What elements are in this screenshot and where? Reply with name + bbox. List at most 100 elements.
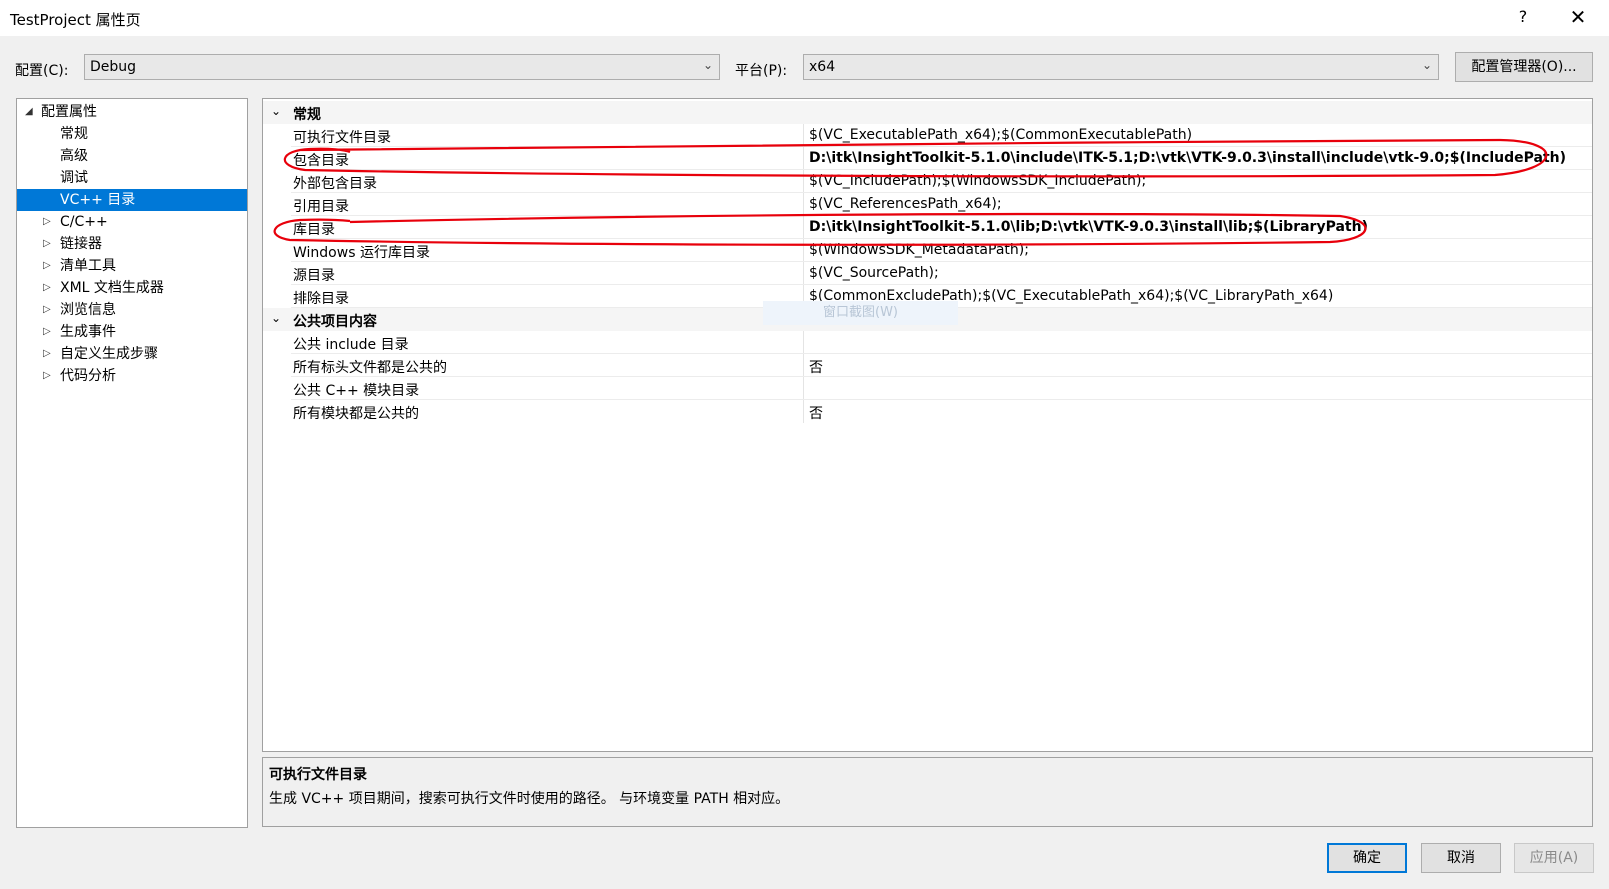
collapsed-triangle-icon[interactable]: ▷ <box>43 255 51 277</box>
category-general[interactable]: ⌄ 常规 <box>263 101 1592 124</box>
column-divider <box>803 400 804 423</box>
collapsed-triangle-icon[interactable]: ▷ <box>43 233 51 255</box>
tree-item-label: 浏览信息 <box>60 302 116 318</box>
tree-item-vc-directories[interactable]: VC++ 目录 <box>17 189 247 211</box>
collapsed-triangle-icon[interactable]: ▷ <box>43 299 51 321</box>
tree-item-browse-info[interactable]: ▷ 浏览信息 <box>17 299 247 321</box>
description-title: 可执行文件目录 <box>269 767 367 783</box>
category-label: 常规 <box>293 107 321 123</box>
cancel-button[interactable]: 取消 <box>1421 843 1501 873</box>
column-divider <box>803 331 804 354</box>
tree-item-general[interactable]: 常规 <box>17 123 247 145</box>
property-grid: ⌄ 常规 可执行文件目录 $(VC_ExecutablePath_x64);$(… <box>262 98 1593 752</box>
collapsed-triangle-icon[interactable]: ▷ <box>43 365 51 387</box>
ghost-tooltip: 窗口截图(W) <box>763 301 958 325</box>
tree-item-label: VC++ 目录 <box>60 192 136 208</box>
property-value[interactable]: $(WindowsSDK_MetadataPath); <box>809 242 1029 258</box>
help-icon[interactable]: ? <box>1513 7 1533 26</box>
property-row[interactable]: 外部包含目录 $(VC_IncludePath);$(WindowsSDK_In… <box>263 170 1592 193</box>
property-row[interactable]: 公共 include 目录 <box>263 331 1592 354</box>
tree-item-label: XML 文档生成器 <box>60 280 164 296</box>
property-name: 排除目录 <box>293 291 349 307</box>
expanded-triangle-icon[interactable]: ◢ <box>25 101 33 123</box>
chevron-down-icon: ⌄ <box>1421 58 1432 72</box>
property-tree: ◢ 配置属性 常规 高级 调试 VC++ 目录 ▷ C/C++ ▷ 链接器 ▷ … <box>16 98 248 828</box>
chevron-down-icon[interactable]: ⌄ <box>271 104 281 118</box>
property-value[interactable]: $(VC_ReferencesPath_x64); <box>809 196 1002 212</box>
column-divider <box>803 239 804 262</box>
property-row[interactable]: Windows 运行库目录 $(WindowsSDK_MetadataPath)… <box>263 239 1592 262</box>
property-name: 所有标头文件都是公共的 <box>293 360 447 376</box>
property-row[interactable]: 库目录 D:\itk\InsightToolkit-5.1.0\lib;D:\v… <box>263 216 1592 239</box>
tree-item-advanced[interactable]: 高级 <box>17 145 247 167</box>
column-divider <box>803 124 804 147</box>
category-label: 公共项目内容 <box>293 314 377 330</box>
tree-item-manifest-tool[interactable]: ▷ 清单工具 <box>17 255 247 277</box>
property-name: 外部包含目录 <box>293 176 377 192</box>
tree-item-label: 高级 <box>60 148 88 164</box>
ok-button[interactable]: 确定 <box>1327 843 1407 873</box>
column-divider <box>803 170 804 193</box>
tree-item-xml-doc[interactable]: ▷ XML 文档生成器 <box>17 277 247 299</box>
property-row[interactable]: 可执行文件目录 $(VC_ExecutablePath_x64);$(Commo… <box>263 124 1592 147</box>
property-name: 包含目录 <box>293 153 349 169</box>
config-select-value: Debug <box>90 59 137 75</box>
config-manager-button[interactable]: 配置管理器(O)... <box>1455 52 1593 82</box>
tree-item-build-events[interactable]: ▷ 生成事件 <box>17 321 247 343</box>
tree-item-code-analysis[interactable]: ▷ 代码分析 <box>17 365 247 387</box>
config-label: 配置(C): <box>15 63 69 79</box>
collapsed-triangle-icon[interactable]: ▷ <box>43 321 51 343</box>
property-row[interactable]: 引用目录 $(VC_ReferencesPath_x64); <box>263 193 1592 216</box>
property-name: 源目录 <box>293 268 335 284</box>
tree-item-c-cpp[interactable]: ▷ C/C++ <box>17 211 247 233</box>
apply-button[interactable]: 应用(A) <box>1514 843 1594 873</box>
property-name: 公共 C++ 模块目录 <box>293 383 420 399</box>
property-value[interactable]: $(VC_ExecutablePath_x64);$(CommonExecuta… <box>809 127 1192 143</box>
property-value[interactable]: $(VC_SourcePath); <box>809 265 939 281</box>
window-title: TestProject 属性页 <box>10 11 141 29</box>
tree-item-custom-build[interactable]: ▷ 自定义生成步骤 <box>17 343 247 365</box>
property-row[interactable]: 所有标头文件都是公共的 否 <box>263 354 1592 377</box>
tree-item-label: 生成事件 <box>60 324 116 340</box>
tree-item-label: 链接器 <box>60 236 102 252</box>
platform-label: 平台(P): <box>735 63 788 79</box>
tree-item-root[interactable]: ◢ 配置属性 <box>17 101 247 123</box>
description-text: 生成 VC++ 项目期间，搜索可执行文件时使用的路径。 与环境变量 PATH 相… <box>269 791 790 807</box>
column-divider <box>803 354 804 377</box>
property-value[interactable]: 否 <box>809 357 823 377</box>
tree-item-linker[interactable]: ▷ 链接器 <box>17 233 247 255</box>
platform-select-value: x64 <box>809 59 836 75</box>
description-panel: 可执行文件目录 生成 VC++ 项目期间，搜索可执行文件时使用的路径。 与环境变… <box>262 757 1593 827</box>
column-divider <box>803 377 804 400</box>
property-value[interactable]: D:\itk\InsightToolkit-5.1.0\lib;D:\vtk\V… <box>809 219 1368 235</box>
collapsed-triangle-icon[interactable]: ▷ <box>43 277 51 299</box>
platform-select[interactable]: x64 ⌄ <box>803 54 1439 80</box>
chevron-down-icon[interactable]: ⌄ <box>271 311 281 325</box>
property-row[interactable]: 源目录 $(VC_SourcePath); <box>263 262 1592 285</box>
property-value[interactable]: 否 <box>809 403 823 423</box>
tree-item-label: 配置属性 <box>41 104 97 120</box>
tree-item-label: 调试 <box>60 170 88 186</box>
property-row[interactable]: 公共 C++ 模块目录 <box>263 377 1592 400</box>
tree-item-label: 自定义生成步骤 <box>60 346 158 362</box>
collapsed-triangle-icon[interactable]: ▷ <box>43 343 51 365</box>
property-name: 所有模块都是公共的 <box>293 406 419 422</box>
chevron-down-icon: ⌄ <box>702 58 713 72</box>
property-value[interactable]: D:\itk\InsightToolkit-5.1.0\include\ITK-… <box>809 150 1566 166</box>
property-row[interactable]: 所有模块都是公共的 否 <box>263 400 1592 423</box>
tree-item-label: 常规 <box>60 126 88 142</box>
column-divider <box>803 262 804 285</box>
tree-item-label: 代码分析 <box>60 368 116 384</box>
tree-item-debugging[interactable]: 调试 <box>17 167 247 189</box>
column-divider <box>803 193 804 216</box>
property-name: 引用目录 <box>293 199 349 215</box>
config-select[interactable]: Debug ⌄ <box>84 54 720 80</box>
close-icon[interactable]: ✕ <box>1565 5 1591 29</box>
collapsed-triangle-icon[interactable]: ▷ <box>43 211 51 233</box>
tree-item-label: 清单工具 <box>60 258 116 274</box>
column-divider <box>803 216 804 239</box>
property-value[interactable]: $(VC_IncludePath);$(WindowsSDK_IncludePa… <box>809 173 1146 189</box>
property-name: 库目录 <box>293 222 335 238</box>
property-row[interactable]: 包含目录 D:\itk\InsightToolkit-5.1.0\include… <box>263 147 1592 170</box>
column-divider <box>803 147 804 170</box>
